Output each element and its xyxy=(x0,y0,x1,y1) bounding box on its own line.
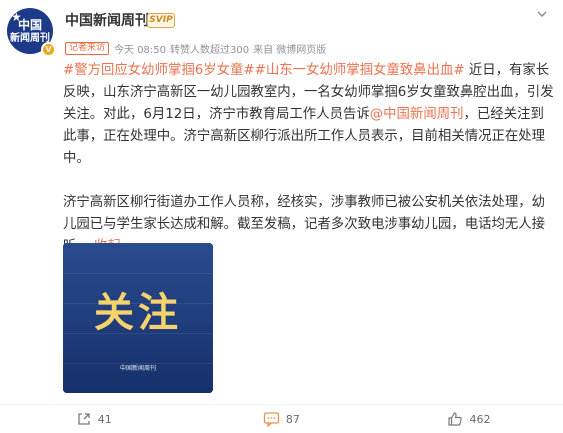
comment-icon xyxy=(263,412,280,427)
reporter-tag: 记者来访 xyxy=(65,42,110,55)
thumbs-up-icon xyxy=(448,412,463,426)
like-button[interactable]: 462 xyxy=(375,405,563,433)
vip-badge-icon[interactable]: SVIP xyxy=(147,13,175,28)
hashtag-link-2[interactable]: #山东一女幼师掌掴女童致鼻出血# xyxy=(255,63,465,78)
chevron-down-icon[interactable] xyxy=(536,8,548,20)
like-count: 462 xyxy=(469,412,491,426)
comment-count: 87 xyxy=(285,412,300,426)
comment-button[interactable]: 87 xyxy=(188,405,376,433)
image-caption: 中国新闻周刊 xyxy=(119,365,156,372)
post-image[interactable]: 关注 中国新闻周刊 xyxy=(63,243,213,393)
share-icon xyxy=(78,413,90,425)
mention-link[interactable]: @中国新闻周刊 xyxy=(370,107,464,122)
action-bar: 41 87 462 xyxy=(0,405,563,433)
share-count: 41 xyxy=(97,412,112,426)
post-source: 来自 微博网页版 xyxy=(253,45,327,56)
author-name[interactable]: 中国新闻周刊 xyxy=(65,12,149,30)
image-title: 关注 xyxy=(94,289,182,336)
hashtag-link-1[interactable]: #警方回应女幼师掌掴6岁女童# xyxy=(63,63,255,78)
post-paragraph-1: #警方回应女幼师掌掴6岁女童##山东一女幼师掌掴女童致鼻出血# 近日，有家长反映… xyxy=(63,60,555,170)
post-meta: 记者来访 今天 08:50 转赞人数超过300 来自 微博网页版 xyxy=(65,41,326,56)
avatar-text-line1: 中国 xyxy=(17,18,42,32)
post-reads: 转赞人数超过300 xyxy=(170,45,250,56)
share-button[interactable]: 41 xyxy=(0,405,188,433)
post-time[interactable]: 今天 08:50 xyxy=(114,41,166,56)
weibo-post-card: ★ 中国 新闻周刊 V 中国新闻周刊 SVIP 记者来访 今天 08:50 转赞… xyxy=(0,0,563,433)
author-avatar[interactable]: ★ 中国 新闻周刊 V xyxy=(7,8,59,60)
verified-v-icon: V xyxy=(41,42,56,57)
post-body: #警方回应女幼师掌掴6岁女童##山东一女幼师掌掴女童致鼻出血# 近日，有家长反映… xyxy=(63,60,555,258)
